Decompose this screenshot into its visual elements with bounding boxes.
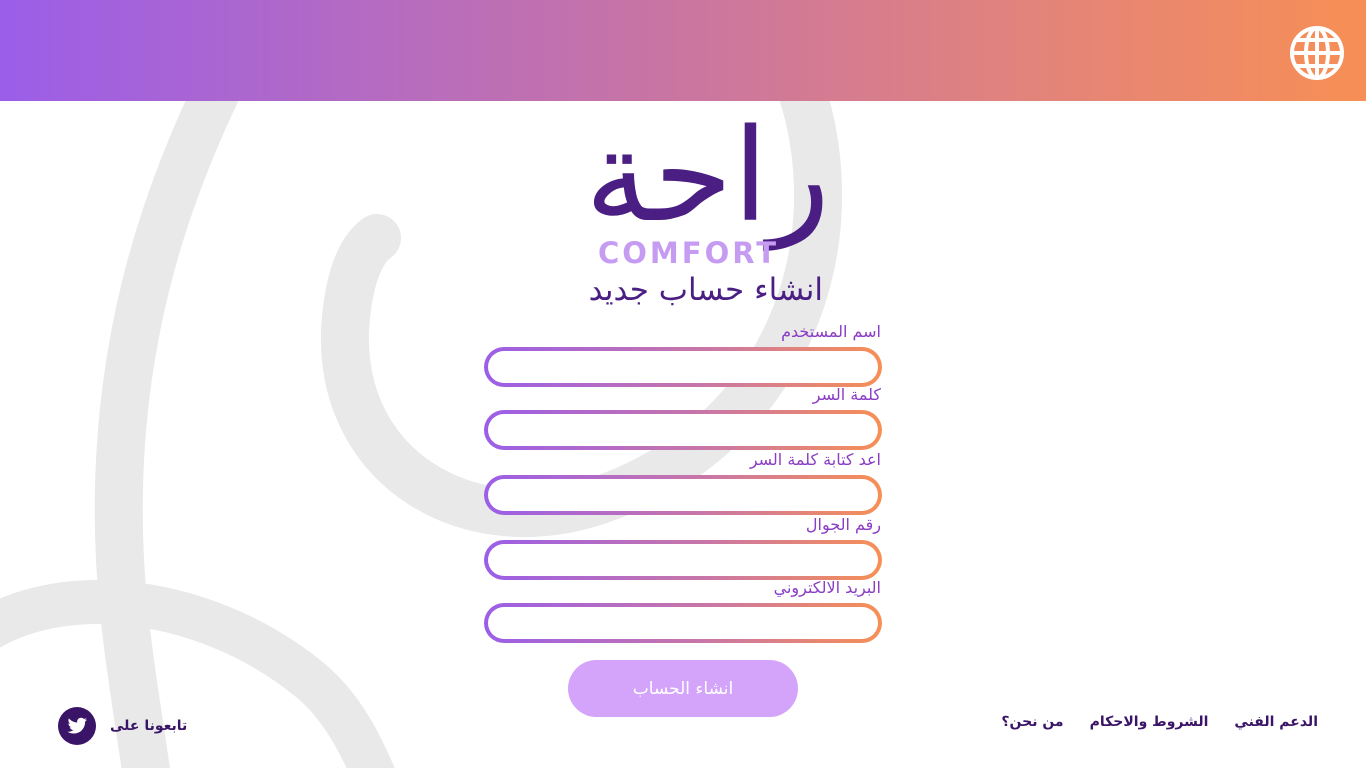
create-account-button[interactable]: انشاء الحساب [568,660,798,717]
confirm-password-label: اعد كتابة كلمة السر [749,450,881,469]
logo-arabic: راحة [584,102,830,251]
username-field-frame [484,347,882,387]
phone-field-frame [484,540,882,580]
phone-input[interactable] [488,544,878,576]
username-input[interactable] [488,351,878,383]
username-label: اسم المستخدم [781,322,881,341]
globe-icon [1290,26,1344,80]
logo: راحة COMFORT [540,102,840,273]
password-input[interactable] [488,414,878,446]
page: راحة COMFORT انشاء حساب جديد اسم المستخد… [0,0,1366,768]
social-follow: تابعونا على [58,707,187,745]
phone-label: رقم الجوال [805,515,881,534]
language-button[interactable] [1289,25,1345,81]
follow-us-text: تابعونا على [110,718,188,734]
footer-nav: الدعم الفني الشروط والاحكام من نحن؟ [1001,714,1318,730]
email-field-frame [484,603,882,643]
page-title: انشاء حساب جديد [588,272,823,308]
logo-english: COMFORT [598,236,780,270]
footer-link-support[interactable]: الدعم الفني [1234,714,1318,730]
twitter-icon[interactable] [58,707,96,745]
email-label: البريد الالكتروني [773,578,881,597]
footer-link-about[interactable]: من نحن؟ [1001,714,1063,730]
confirm-password-field-frame [484,475,882,515]
top-bar [0,0,1366,101]
password-label: كلمة السر [812,385,881,404]
footer-link-terms[interactable]: الشروط والاحكام [1090,714,1209,730]
password-field-frame [484,410,882,450]
confirm-password-input[interactable] [488,479,878,511]
email-input[interactable] [488,607,878,639]
